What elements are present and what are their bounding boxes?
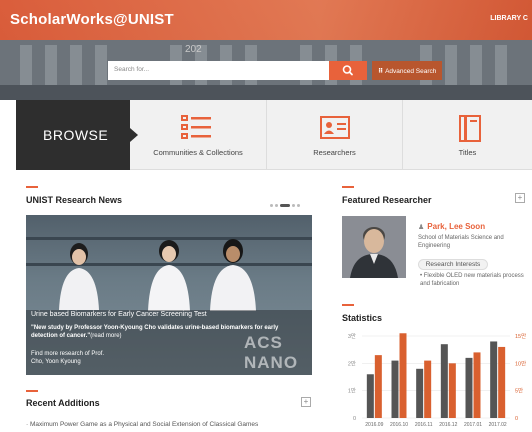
slide-dot[interactable] [292, 204, 295, 208]
person-icon: ♟ [418, 224, 425, 231]
find-more-link[interactable]: Find more research of Prof. Cho, Yoon Ky… [31, 351, 231, 366]
researcher-department: School of Materials Science and Engineer… [418, 235, 504, 249]
x-axis-tick-label: 2016.09 [365, 422, 383, 428]
research-interests-text: • Flexible OLED new materials process an… [420, 273, 524, 287]
left-axis-tick-label: 1만 [348, 387, 356, 395]
recent-more-button[interactable]: + [301, 397, 311, 407]
statistics-chart: 3만 2만 1만 0 15만 10만 5만 0 2016.09 2016.10 2016.11 201… [348, 332, 526, 428]
x-axis-tick-label: 2016.11 [415, 422, 433, 428]
featured-section-title: Featured Researcher [342, 195, 432, 205]
left-axis-tick-label: 0 [353, 416, 356, 422]
statistics-section-title: Statistics [342, 313, 383, 323]
researcher-photo [59, 243, 99, 310]
x-axis-tick-label: 2016.12 [439, 422, 457, 428]
browse-label: BROWSE [16, 100, 130, 170]
book-icon [459, 115, 481, 142]
bar-series-1 [490, 341, 498, 418]
right-axis-tick-label: 10만 [515, 359, 526, 367]
recent-list-item[interactable]: · Maximum Power Game as a Physical and S… [26, 421, 258, 428]
left-axis-tick-label: 3만 [348, 332, 356, 340]
news-section-title: UNIST Research News [26, 195, 123, 205]
right-axis-tick-label: 15만 [515, 332, 526, 340]
browse-titles[interactable]: Titles [402, 100, 532, 170]
researcher-name[interactable]: ♟ Park, Lee Soon [418, 222, 485, 231]
left-axis-tick-label: 2만 [348, 359, 356, 367]
bar-series-2 [498, 346, 506, 418]
bar-series-2 [374, 355, 382, 418]
library-link[interactable]: LIBRARY C [490, 15, 528, 22]
browse-item-label: Researchers [313, 148, 356, 157]
bar-series-1 [416, 368, 424, 418]
browse-bar: BROWSE Communities & Collections Researc… [16, 100, 532, 170]
bar-series-1 [465, 357, 473, 418]
researcher-portrait-image [342, 216, 406, 278]
featured-accent-line [342, 186, 354, 188]
news-slide-title[interactable]: Urine based Biomarkers for Early Cancer … [31, 311, 207, 318]
research-interests-button[interactable]: Research Interests [418, 259, 488, 270]
slide-dot[interactable] [270, 204, 273, 208]
x-axis-tick-label: 2017.01 [464, 422, 482, 428]
slide-indicator[interactable] [270, 197, 302, 208]
slide-dot-active[interactable] [280, 204, 290, 208]
x-axis-tick-label: 2017.02 [489, 422, 507, 428]
researcher-name-text: Park, Lee Soon [427, 222, 486, 231]
bar-series-2 [448, 363, 456, 418]
recent-accent-line [26, 390, 38, 392]
news-slide-description: "New study by Professor Yoon-Kyoung Cho … [31, 325, 306, 340]
search-input[interactable]: Search for... [108, 61, 329, 80]
search-button[interactable] [329, 61, 367, 80]
list-icon [181, 115, 211, 139]
advanced-search-button[interactable]: ⠿ Advanced Search [372, 61, 442, 80]
bar-series-2 [473, 352, 481, 418]
browse-researchers[interactable]: Researchers [266, 100, 402, 170]
statistics-accent-line [342, 304, 354, 306]
slide-dot[interactable] [275, 204, 278, 208]
bar-series-1 [366, 374, 374, 418]
scholarworks-logo[interactable]: ScholarWorks@UNIST [10, 11, 174, 28]
find-more-researcher: Cho, Yoon Kyoung [31, 358, 81, 365]
right-axis-tick-label: 0 [515, 416, 518, 422]
news-desc-text: "New study by Professor Yoon-Kyoung Cho … [31, 325, 279, 339]
id-card-icon [320, 116, 350, 139]
bar-series-1 [440, 344, 448, 418]
grid-icon: ⠿ [378, 68, 384, 75]
researcher-photo [148, 240, 190, 311]
search-icon [342, 65, 353, 76]
bar-series-2 [424, 360, 432, 418]
svg-text:202: 202 [185, 44, 202, 55]
browse-communities-collections[interactable]: Communities & Collections [130, 100, 266, 170]
researcher-photo [210, 239, 256, 311]
news-accent-line [26, 186, 38, 188]
advanced-search-label: Advanced Search [385, 68, 437, 75]
bar-series-1 [391, 360, 399, 418]
slide-dot[interactable] [297, 204, 300, 208]
search-placeholder: Search for... [114, 66, 150, 73]
right-axis-tick-label: 5만 [515, 387, 523, 395]
hero-banner: 202 ScholarWorks@UNIST LIBRARY C Search … [0, 0, 532, 100]
featured-more-button[interactable]: + [515, 193, 525, 203]
browse-item-label: Communities & Collections [153, 148, 243, 157]
recent-section-title: Recent Additions [26, 398, 100, 408]
news-slide[interactable]: ACS NANO Urine based Biomarkers for Earl… [26, 215, 312, 375]
bar-series-2 [399, 333, 407, 418]
browse-item-label: Titles [458, 148, 477, 157]
x-axis-tick-label: 2016.10 [390, 422, 408, 428]
find-more-line: Find more research of Prof. [31, 351, 105, 357]
researcher-portrait[interactable] [342, 216, 406, 278]
read-more-link[interactable]: (read more) [90, 333, 121, 339]
